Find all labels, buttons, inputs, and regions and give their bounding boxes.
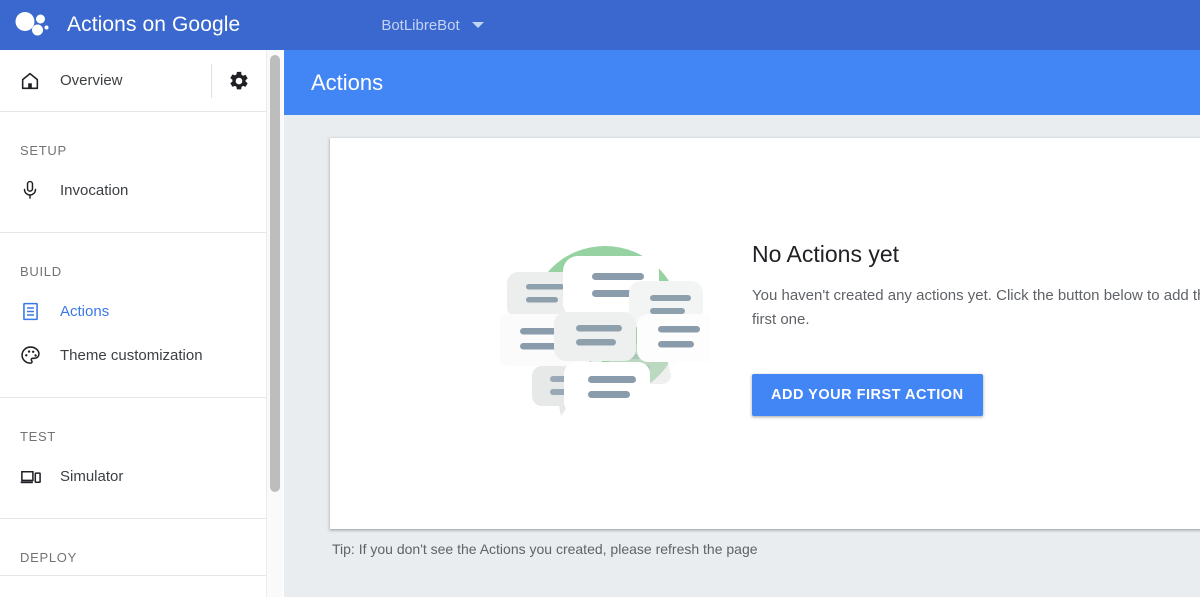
sidebar-group-build: BUILD Actions Theme customization: [0, 233, 266, 398]
gear-icon: [230, 71, 248, 89]
empty-state-body: You haven't created any actions yet. Cli…: [752, 287, 1200, 328]
sidebar-item-overview[interactable]: Overview: [0, 50, 211, 111]
palette-icon: [18, 343, 42, 367]
sidebar-item-overview-label: Overview: [60, 72, 123, 89]
sidebar-item-simulator-label: Simulator: [60, 467, 124, 485]
chevron-down-icon: [471, 22, 484, 28]
sidebar-item-actions[interactable]: Actions: [0, 289, 266, 333]
sidebar-group-spacer: [0, 498, 266, 518]
project-switcher[interactable]: BotLibreBot: [381, 0, 484, 50]
sidebar-group-setup: SETUP Invocation: [0, 112, 266, 233]
sidebar-group-title-setup: SETUP: [20, 143, 67, 158]
speech-bubbles-illustration: [495, 226, 717, 426]
sidebar-item-invocation[interactable]: Invocation: [0, 168, 266, 212]
sidebar-item-simulator[interactable]: Simulator: [0, 454, 266, 498]
actions-empty-card: No Actions yet You haven't created any a…: [330, 138, 1200, 529]
sidebar-group-title-test: TEST: [20, 429, 57, 444]
sidebar-group-title-build: BUILD: [20, 264, 62, 279]
sidebar-overview-section: Overview: [0, 50, 266, 112]
sidebar-group-spacer: [0, 212, 266, 232]
empty-state-title: No Actions yet: [752, 241, 900, 267]
sidebar-nav: Overview SETUP Invocation BUILD Actions …: [0, 50, 266, 597]
page-title: Actions: [311, 69, 384, 95]
top-app-bar: Actions on Google BotLibreBot: [0, 0, 1200, 50]
home-icon: [18, 69, 42, 93]
sidebar-group-deploy: DEPLOY: [0, 519, 266, 576]
assistant-logo[interactable]: [0, 0, 64, 50]
google-assistant-logo-icon: [15, 12, 49, 36]
sidebar-settings-button[interactable]: [212, 50, 266, 111]
microphone-icon: [18, 178, 42, 202]
sidebar-item-theme-customization-label: Theme customization: [60, 346, 203, 364]
brand-title: Actions on Google: [67, 13, 241, 36]
sidebar-group-spacer: [0, 377, 266, 397]
sidebar-group-test: TEST Simulator: [0, 398, 266, 519]
main-content: Actions No Actions yet You haven't creat…: [284, 50, 1200, 597]
project-name-label: BotLibreBot: [381, 16, 460, 34]
sidebar-group-title-deploy: DEPLOY: [20, 550, 77, 565]
sidebar-item-actions-label: Actions: [60, 302, 110, 320]
page-header: Actions: [284, 50, 1200, 115]
add-first-action-button[interactable]: ADD YOUR FIRST ACTION: [752, 374, 983, 416]
sidebar-scrollbar-track[interactable]: [266, 50, 283, 597]
speech-bubbles-illustration-svg: [495, 246, 717, 426]
sidebar-overview-row: Overview: [0, 50, 266, 111]
devices-icon: [18, 464, 42, 488]
empty-state: No Actions yet You haven't created any a…: [495, 226, 1200, 426]
tip-text: Tip: If you don't see the Actions you cr…: [332, 541, 758, 557]
sidebar-item-theme-customization[interactable]: Theme customization: [0, 333, 266, 377]
empty-state-text: No Actions yet You haven't created any a…: [752, 226, 1200, 416]
sidebar-item-invocation-label: Invocation: [60, 181, 129, 199]
app-root: Actions on Google BotLibreBot Overview S…: [0, 0, 1200, 597]
sidebar-scrollbar-thumb[interactable]: [270, 55, 280, 492]
list-document-icon: [18, 299, 42, 323]
